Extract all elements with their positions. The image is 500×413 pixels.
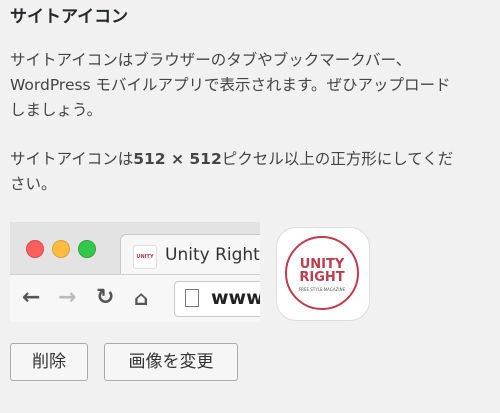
browser-titlebar: UNITY RIGHT Unity Right — [10, 222, 260, 282]
url-bar: www. — [174, 281, 260, 317]
unity-right-logo: UNITY RIGHT FREE STYLE MAGAZINE — [285, 236, 359, 310]
minimize-dot-icon — [52, 240, 70, 258]
browser-navbar: ← → ↻ ⌂ www. — [10, 274, 260, 322]
maximize-dot-icon — [78, 240, 96, 258]
page-icon — [185, 289, 199, 307]
url-text: www. — [211, 287, 260, 309]
size-requirement: サイトアイコンは512 × 512ピクセル以上の正方形にしてくだ さい。 — [10, 150, 454, 193]
close-dot-icon — [26, 240, 44, 258]
size-value: 512 × 512 — [133, 150, 222, 168]
icon-description: サイトアイコンはブラウザーのタブやブックマークバー、 WordPress モバイ… — [10, 51, 451, 119]
forward-arrow-icon: → — [58, 285, 77, 310]
browser-preview: UNITY RIGHT Unity Right ← → ↻ ⌂ www. — [10, 222, 260, 322]
remove-button[interactable]: 削除 — [10, 343, 88, 381]
back-arrow-icon: ← — [22, 285, 41, 310]
site-icon-preview: UNITY RIGHT FREE STYLE MAGAZINE — [276, 227, 370, 321]
browser-tab: UNITY RIGHT Unity Right — [120, 234, 260, 282]
home-icon: ⌂ — [134, 286, 149, 310]
tab-title: Unity Right — [165, 245, 260, 265]
change-image-button[interactable]: 画像を変更 — [104, 343, 238, 381]
section-title: サイトアイコン — [10, 7, 129, 27]
favicon-icon: UNITY RIGHT — [133, 245, 157, 282]
reload-icon: ↻ — [96, 285, 115, 310]
